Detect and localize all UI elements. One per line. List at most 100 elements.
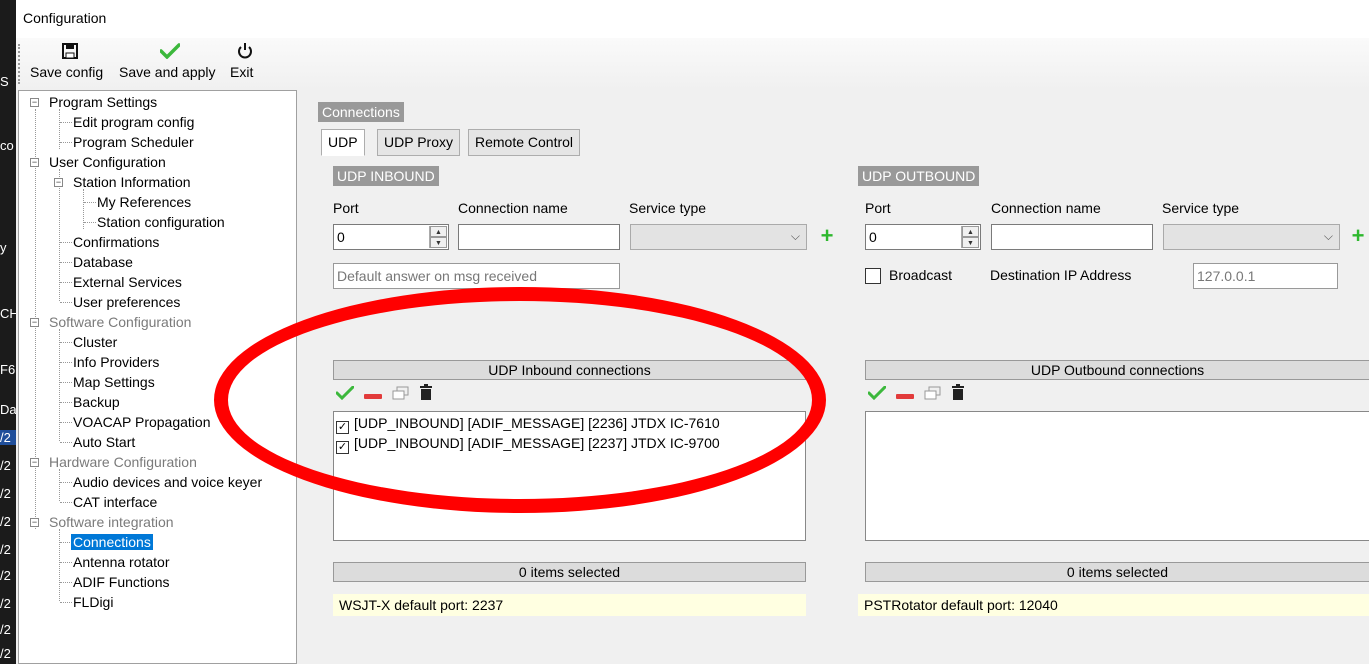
tree-program-scheduler[interactable]: Program Scheduler: [73, 132, 194, 152]
tree-connector: [60, 262, 72, 263]
strip-text: /2: [0, 486, 11, 501]
outbound-connections-header: UDP Outbound connections: [865, 360, 1369, 380]
inbound-port-label: Port: [333, 200, 359, 216]
tree-map-settings[interactable]: Map Settings: [73, 372, 155, 392]
remove-icon[interactable]: [896, 385, 924, 407]
outbound-default-port-note: PSTRotator default port: 12040: [858, 594, 1369, 616]
tree-connector: [60, 122, 72, 123]
spin-down-icon: ▼: [962, 237, 979, 248]
tab-udp[interactable]: UDP: [321, 129, 365, 156]
tree-software-configuration[interactable]: Software Configuration: [49, 312, 191, 332]
collapse-toggle[interactable]: −: [54, 178, 63, 187]
tree-info-providers[interactable]: Info Providers: [73, 352, 159, 372]
collapse-toggle[interactable]: −: [30, 518, 39, 527]
tree-connector: [60, 382, 72, 383]
tab-remote-control[interactable]: Remote Control: [468, 129, 581, 156]
tree-station-information[interactable]: Station Information: [73, 172, 191, 192]
inbound-default-port-note: WSJT-X default port: 2237: [333, 594, 806, 616]
tree-my-references[interactable]: My References: [97, 192, 191, 212]
tree-program-settings[interactable]: Program Settings: [49, 92, 157, 112]
exit-button[interactable]: Exit: [230, 42, 260, 86]
chevron-down-icon: ⌵: [1323, 229, 1333, 243]
inbound-service-type-select[interactable]: ⌵: [630, 224, 807, 250]
tree-connector: [59, 109, 60, 149]
tree-fldigi[interactable]: FLDigi: [73, 592, 113, 612]
tree-backup[interactable]: Backup: [73, 392, 120, 412]
save-and-apply-button[interactable]: Save and apply: [119, 42, 221, 86]
broadcast-label: Broadcast: [889, 267, 953, 283]
destination-ip-input[interactable]: 127.0.0.1: [1193, 263, 1338, 289]
broadcast-checkbox[interactable]: [865, 268, 881, 284]
inbound-connection-name-input[interactable]: [458, 224, 620, 250]
tree-software-integration[interactable]: Software integration: [49, 512, 174, 532]
tree-connector: [59, 469, 60, 501]
trash-icon[interactable]: [952, 384, 980, 407]
outbound-selection-status: 0 items selected: [865, 562, 1369, 582]
tree-connections[interactable]: Connections: [71, 532, 153, 552]
tab-udp-proxy[interactable]: UDP Proxy: [377, 129, 460, 156]
tree-user-preferences[interactable]: User preferences: [73, 292, 180, 312]
inbound-add-button[interactable]: +: [815, 224, 839, 250]
destination-ip-placeholder: 127.0.0.1: [1197, 268, 1256, 284]
tree-cat-interface[interactable]: CAT interface: [73, 492, 157, 512]
tree-connector: [60, 482, 72, 483]
tree-audio-devices[interactable]: Audio devices and voice keyer: [73, 472, 262, 492]
tree-station-configuration[interactable]: Station configuration: [97, 212, 225, 232]
strip-text: CH:: [0, 306, 16, 321]
tree-edit-program-config[interactable]: Edit program config: [73, 112, 194, 132]
collapse-toggle[interactable]: −: [30, 318, 39, 327]
inbound-service-type-label: Service type: [629, 200, 707, 216]
tree-connector: [60, 282, 72, 283]
port-spin-buttons[interactable]: ▲ ▼: [961, 226, 979, 248]
tree-auto-start[interactable]: Auto Start: [73, 432, 135, 452]
strip-text: S: [0, 74, 9, 89]
strip-text: /2: [0, 646, 11, 661]
tree-connector: [60, 142, 72, 143]
spin-up-icon: ▲: [962, 226, 979, 237]
strip-text: /2: [0, 542, 11, 557]
strip-text: /2: [0, 568, 11, 583]
green-check-icon: [119, 42, 221, 64]
enable-check-icon[interactable]: [867, 385, 896, 407]
window-title: Configuration: [23, 10, 107, 26]
title-bar: Configuration: [16, 0, 1369, 38]
tree-database[interactable]: Database: [73, 252, 133, 272]
outbound-list-toolbar: [867, 384, 980, 407]
strip-text: Da: [0, 402, 16, 417]
tree-connector: [60, 422, 72, 423]
tree-voacap-propagation[interactable]: VOACAP Propagation: [73, 412, 211, 432]
toolbar-grip[interactable]: [18, 44, 22, 84]
strip-text: /2: [0, 430, 16, 445]
save-and-apply-label: Save and apply: [119, 64, 216, 80]
spin-down-icon: ▼: [430, 237, 447, 248]
tree-cluster[interactable]: Cluster: [73, 332, 117, 352]
tree-confirmations[interactable]: Confirmations: [73, 232, 159, 252]
tree-connector: [60, 442, 72, 443]
tree-antenna-rotator[interactable]: Antenna rotator: [73, 552, 170, 572]
save-config-label: Save config: [30, 64, 104, 80]
outbound-add-button[interactable]: +: [1347, 224, 1369, 250]
toolbar: Save config Save and apply Exit: [16, 38, 1369, 90]
collapse-toggle[interactable]: −: [30, 158, 39, 167]
tree-hardware-configuration[interactable]: Hardware Configuration: [49, 452, 197, 472]
outbound-port-value: 0: [869, 229, 877, 245]
outbound-service-type-select[interactable]: ⌵: [1163, 224, 1340, 250]
plus-icon: +: [820, 223, 834, 248]
tree-external-services[interactable]: External Services: [73, 272, 182, 292]
save-config-button[interactable]: Save config: [30, 42, 110, 86]
collapse-toggle[interactable]: −: [30, 98, 39, 107]
outbound-port-spinbox[interactable]: 0 ▲ ▼: [865, 224, 981, 250]
outbound-connection-name-input[interactable]: [991, 224, 1153, 250]
default-answer-input[interactable]: Default answer on msg received: [333, 263, 620, 289]
strip-text: /2: [0, 514, 11, 529]
tree-connector: [60, 362, 72, 363]
port-spin-buttons[interactable]: ▲ ▼: [429, 226, 447, 248]
copy-window-icon[interactable]: [924, 385, 952, 407]
connections-group-label: Connections: [318, 102, 404, 122]
tree-adif-functions[interactable]: ADIF Functions: [73, 572, 169, 592]
tree-user-configuration[interactable]: User Configuration: [49, 152, 166, 172]
outbound-connections-list[interactable]: [865, 411, 1369, 541]
inbound-connection-name-label: Connection name: [458, 200, 568, 216]
collapse-toggle[interactable]: −: [30, 458, 39, 467]
inbound-port-spinbox[interactable]: 0 ▲ ▼: [333, 224, 449, 250]
